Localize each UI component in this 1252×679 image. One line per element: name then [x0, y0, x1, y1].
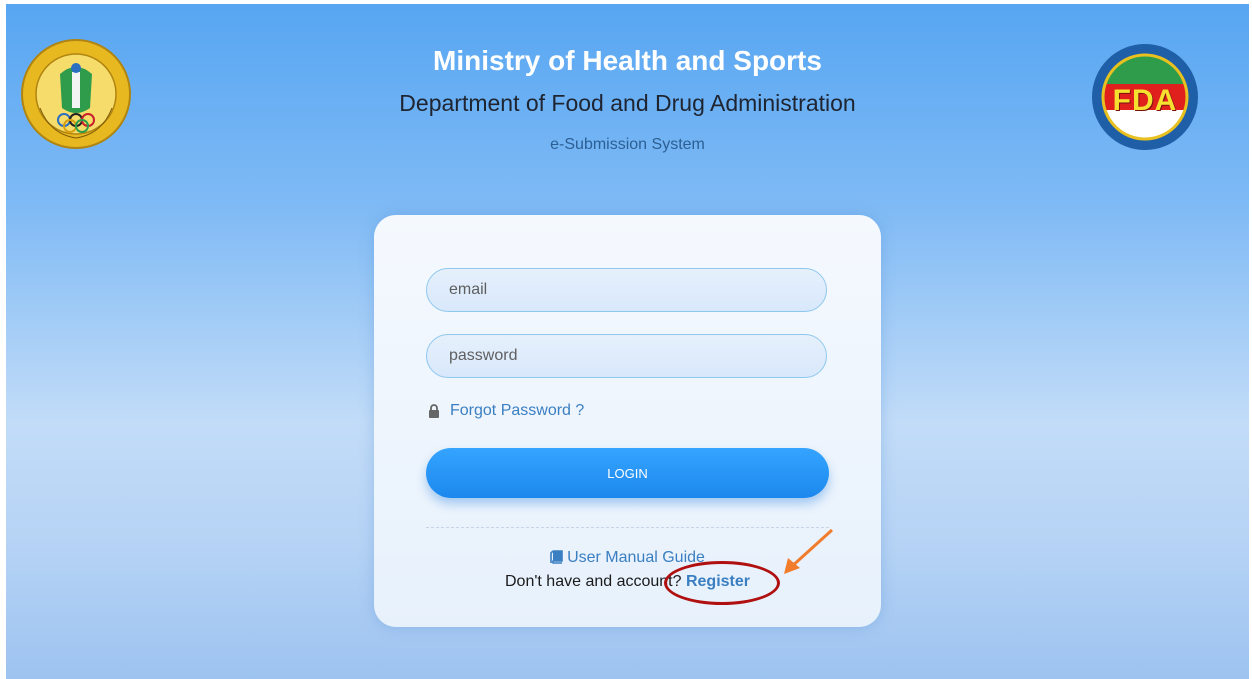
forgot-password-label: Forgot Password ?: [450, 402, 585, 419]
login-page: FDA Ministry of Health and Sports Depart…: [6, 4, 1249, 679]
forgot-password-link[interactable]: Forgot Password ?: [428, 401, 584, 421]
department-subtitle: Department of Food and Drug Administrati…: [399, 90, 856, 116]
lock-icon: [429, 404, 439, 418]
system-name: e-Submission System: [550, 136, 705, 153]
annotation-circle: [664, 561, 780, 605]
page-title: Ministry of Health and Sports: [433, 45, 822, 76]
divider: [426, 527, 829, 528]
user-manual-label: User Manual Guide: [567, 549, 705, 566]
book-icon: [550, 550, 563, 564]
email-input[interactable]: [426, 268, 827, 312]
register-prompt: Don't have and account?: [505, 573, 682, 590]
annotation-arrow-icon: [784, 528, 834, 574]
login-button[interactable]: LOGIN: [426, 448, 829, 498]
password-input[interactable]: [426, 334, 827, 378]
